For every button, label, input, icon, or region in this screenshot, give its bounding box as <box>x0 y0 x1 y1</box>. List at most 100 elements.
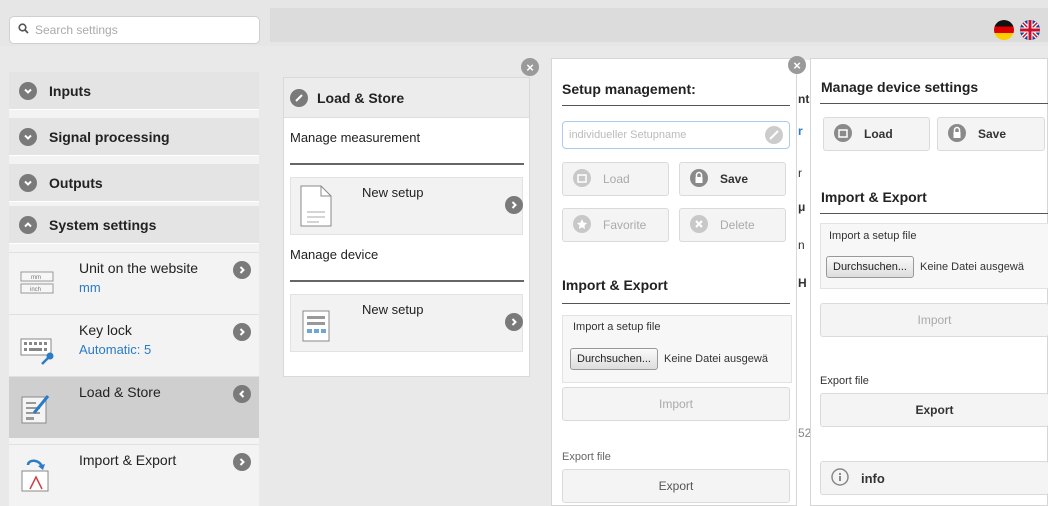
unit-icon: mm inch <box>20 263 58 303</box>
document-icon <box>299 184 333 233</box>
divider <box>290 163 524 165</box>
delete-icon <box>690 214 708 236</box>
device-save-button[interactable]: Save <box>937 117 1045 151</box>
device-export-label: Export file <box>820 375 869 387</box>
edit-document-icon <box>20 387 58 427</box>
device-settings-panel: Manage device settings Load Save Import … <box>810 58 1048 506</box>
new-setup-measurement-card[interactable]: New setup <box>290 177 523 235</box>
chevron-right-icon <box>233 261 251 279</box>
chevron-down-icon <box>19 81 37 100</box>
export-button[interactable]: Export <box>562 469 790 503</box>
divider <box>820 213 1048 214</box>
close-icon[interactable]: × <box>521 58 539 76</box>
sidebar-header-signal-processing[interactable]: Signal processing <box>9 118 259 156</box>
close-icon[interactable]: × <box>788 56 806 74</box>
uk-flag-icon[interactable] <box>1020 20 1040 40</box>
sidebar-header-system-settings[interactable]: System settings <box>9 206 259 244</box>
sidebar-header-label: Signal processing <box>49 128 170 145</box>
chevron-left-icon <box>233 385 251 403</box>
card-label: New setup <box>362 185 424 200</box>
pencil-icon <box>765 126 783 147</box>
device-export-button[interactable]: Export <box>820 393 1048 427</box>
load-store-header: Load & Store <box>284 78 529 118</box>
browse-button[interactable]: Durchsuchen... <box>826 256 914 278</box>
sidebar-item-label: Unit on the website <box>79 260 199 276</box>
sidebar-item-label: Import & Export <box>79 452 177 468</box>
setup-management-title: Setup management: <box>562 81 696 97</box>
manage-device-label: Manage device <box>290 247 379 262</box>
device-import-button[interactable]: Import <box>820 303 1048 337</box>
setup-name-placeholder: individueller Setupname <box>569 129 687 141</box>
divider <box>290 280 524 282</box>
sidebar-header-outputs[interactable]: Outputs <box>9 164 259 202</box>
no-file-text: Keine Datei ausgewä <box>919 261 1024 273</box>
top-bar: Search settings <box>0 0 1048 46</box>
sidebar-item-value: mm <box>79 280 101 295</box>
search-input[interactable]: Search settings <box>9 16 260 44</box>
no-file-text: Keine Datei ausgewä <box>663 353 768 365</box>
setup-name-input[interactable]: individueller Setupname <box>562 121 790 149</box>
pencil-icon <box>290 88 308 107</box>
load-icon <box>573 168 591 190</box>
sidebar-item-import-export[interactable]: Import & Export <box>9 444 259 506</box>
info-icon <box>831 467 849 489</box>
setup-management-panel: Setup management: individueller Setupnam… <box>551 58 797 506</box>
divider <box>562 303 790 304</box>
device-import-label: Import a setup file <box>829 230 917 242</box>
load-button[interactable]: Load <box>562 162 669 196</box>
keyboard-key-icon <box>20 325 58 365</box>
german-flag-icon[interactable] <box>994 20 1014 40</box>
device-file-picker[interactable]: Durchsuchen... Keine Datei ausgewä <box>826 256 1048 278</box>
chevron-down-icon <box>19 173 37 192</box>
search-icon <box>18 23 35 37</box>
divider <box>562 105 790 106</box>
sidebar-item-unit[interactable]: mm inch Unit on the website mm <box>9 252 259 314</box>
chevron-down-icon <box>19 127 37 146</box>
svg-text:mm: mm <box>31 275 41 281</box>
chevron-right-icon <box>233 323 251 341</box>
chevron-right-icon <box>505 313 523 331</box>
delete-button[interactable]: Delete <box>679 208 786 242</box>
save-button[interactable]: Save <box>679 162 786 196</box>
browse-button[interactable]: Durchsuchen... <box>570 348 658 370</box>
device-load-button[interactable]: Load <box>823 117 930 151</box>
sidebar-header-label: System settings <box>49 216 157 233</box>
import-export-icon <box>20 455 58 495</box>
divider <box>820 103 1048 104</box>
import-export-title: Import & Export <box>562 277 668 293</box>
sidebar-item-label: Key lock <box>79 322 132 338</box>
manage-measurement-label: Manage measurement <box>290 130 421 145</box>
svg-text:inch: inch <box>30 287 41 293</box>
background-panel-strip: nt r r μ n H 52 <box>795 60 811 506</box>
sidebar-item-key-lock[interactable]: Key lock Automatic: 5 <box>9 314 259 376</box>
sidebar-header-inputs[interactable]: Inputs <box>9 72 259 110</box>
load-store-title: Load & Store <box>317 89 405 106</box>
lock-icon <box>948 123 966 145</box>
top-band <box>270 8 1048 42</box>
card-label: New setup <box>362 302 424 317</box>
info-button[interactable]: info <box>820 461 1048 495</box>
chevron-right-icon <box>233 453 251 471</box>
sidebar-item-value: Automatic: 5 <box>79 342 152 357</box>
sidebar-item-load-store[interactable]: Load & Store <box>9 376 259 438</box>
lock-icon <box>690 168 708 190</box>
load-store-panel: Load & Store Manage measurement New setu… <box>283 77 530 377</box>
sidebar-header-label: Outputs <box>49 174 103 191</box>
chevron-up-icon <box>19 215 37 234</box>
sidebar-item-label: Load & Store <box>79 384 161 400</box>
search-placeholder: Search settings <box>35 23 118 37</box>
device-icon <box>299 301 333 350</box>
device-import-export-title: Import & Export <box>821 189 927 205</box>
star-icon <box>573 214 591 236</box>
chevron-right-icon <box>505 196 523 214</box>
import-button[interactable]: Import <box>562 387 790 421</box>
sidebar-header-label: Inputs <box>49 82 91 99</box>
device-settings-title: Manage device settings <box>821 79 979 95</box>
load-icon <box>834 123 852 145</box>
import-label: Import a setup file <box>573 321 661 333</box>
file-picker[interactable]: Durchsuchen... Keine Datei ausgewä <box>570 348 792 370</box>
favorite-button[interactable]: Favorite <box>562 208 669 242</box>
settings-sidebar: Inputs Signal processing Outputs System … <box>9 72 259 506</box>
new-setup-device-card[interactable]: New setup <box>290 294 523 352</box>
export-label: Export file <box>562 451 611 463</box>
